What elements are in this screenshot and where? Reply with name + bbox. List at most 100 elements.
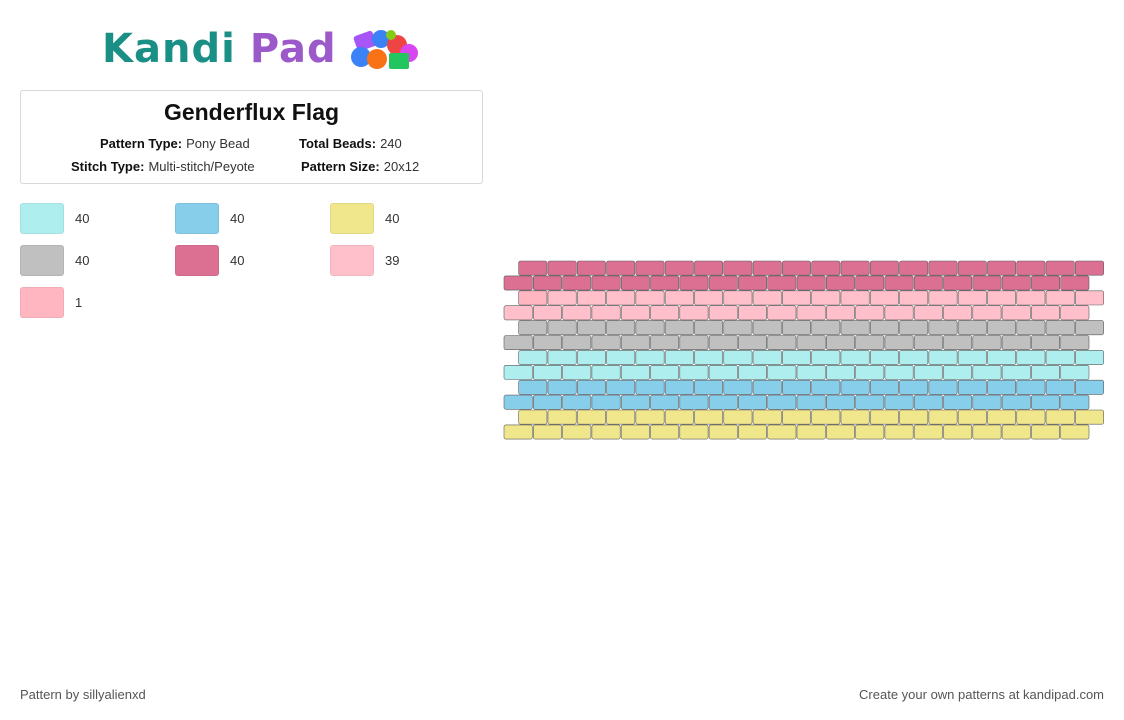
bead	[1045, 260, 1075, 276]
bead	[752, 290, 782, 306]
bead	[1060, 305, 1090, 321]
bead	[532, 305, 562, 321]
bead	[576, 320, 606, 336]
bead	[708, 275, 738, 291]
bead	[987, 379, 1017, 395]
bead	[738, 275, 767, 291]
bead	[576, 350, 606, 365]
bead	[913, 305, 943, 321]
bead	[825, 335, 855, 350]
pattern-type-label: Pattern Type:	[100, 136, 183, 151]
bead	[767, 335, 797, 350]
logo-text-kandi: Kandi	[102, 26, 236, 72]
bead	[855, 424, 885, 440]
legend-item: 40	[175, 203, 325, 235]
bead	[752, 320, 782, 336]
bead	[738, 365, 767, 380]
bead	[679, 305, 709, 321]
bead	[664, 260, 694, 276]
pattern-title: Genderflux Flag	[163, 99, 340, 125]
bead	[664, 379, 694, 395]
bead	[972, 335, 1002, 350]
bead	[650, 365, 680, 380]
bead	[518, 320, 548, 336]
bead	[518, 379, 548, 395]
color-swatch	[20, 287, 64, 318]
bead	[532, 424, 562, 440]
bead	[650, 335, 680, 350]
bead	[1031, 424, 1061, 440]
color-swatch	[330, 245, 374, 276]
bead	[884, 394, 914, 410]
bead	[884, 305, 914, 321]
legend-item: 39	[330, 245, 480, 277]
bead	[1045, 350, 1075, 365]
bead	[972, 394, 1002, 410]
bead	[869, 260, 899, 276]
bead	[1060, 394, 1090, 410]
bead	[840, 320, 870, 336]
bead	[532, 394, 562, 410]
pattern-credit: Pattern by sillyalienxd	[20, 687, 146, 702]
bead	[518, 260, 548, 276]
bead	[738, 394, 767, 410]
pattern-info-card: Genderflux Flag Pattern Type: Pony Bead T…	[20, 90, 483, 184]
bead	[562, 424, 592, 440]
bead	[811, 409, 841, 425]
total-beads-row: Total Beads: 240	[299, 136, 402, 151]
bead	[694, 379, 724, 395]
bead	[738, 424, 767, 440]
bead	[943, 335, 973, 350]
bead	[840, 379, 870, 395]
bead-pattern-grid	[503, 260, 1104, 440]
bead	[1001, 394, 1031, 410]
pattern-type-value: Pony Bead	[186, 136, 250, 151]
bead	[635, 350, 665, 365]
bead	[767, 424, 797, 440]
bead	[1031, 365, 1061, 380]
bead	[972, 365, 1002, 380]
pattern-size-label: Pattern Size:	[301, 159, 380, 174]
bead	[825, 275, 855, 291]
bead	[1001, 335, 1031, 350]
bead	[1016, 260, 1046, 276]
bead	[1075, 320, 1104, 336]
bead	[943, 275, 973, 291]
bead	[1016, 320, 1046, 336]
bead	[1031, 275, 1061, 291]
bead	[562, 275, 592, 291]
bead	[972, 424, 1002, 440]
bead	[884, 275, 914, 291]
bead-count: 1	[75, 295, 83, 310]
bead	[957, 350, 987, 365]
bead	[752, 409, 782, 425]
kandipad-logo[interactable]: Kandi Pad	[102, 24, 423, 74]
bead-count: 40	[385, 211, 400, 226]
bead	[532, 365, 562, 380]
total-beads-value: 240	[380, 136, 402, 151]
bead	[606, 379, 636, 395]
bead	[503, 275, 533, 291]
bead	[884, 365, 914, 380]
bead	[547, 350, 577, 365]
bead	[913, 394, 943, 410]
bead	[855, 305, 885, 321]
legend-item: 40	[175, 245, 325, 277]
bead	[708, 424, 738, 440]
bead	[782, 350, 811, 365]
bead	[782, 409, 811, 425]
bead	[869, 409, 899, 425]
bead	[752, 350, 782, 365]
kandipad-promo-link[interactable]: Create your own patterns at kandipad.com	[859, 687, 1104, 702]
bead	[796, 335, 826, 350]
bead	[811, 290, 841, 306]
bead	[957, 379, 987, 395]
bead	[782, 290, 811, 306]
bead	[503, 394, 533, 410]
bead	[518, 290, 548, 306]
bead	[723, 379, 753, 395]
bead	[796, 305, 826, 321]
bead	[884, 335, 914, 350]
bead	[620, 424, 650, 440]
bead	[635, 290, 665, 306]
